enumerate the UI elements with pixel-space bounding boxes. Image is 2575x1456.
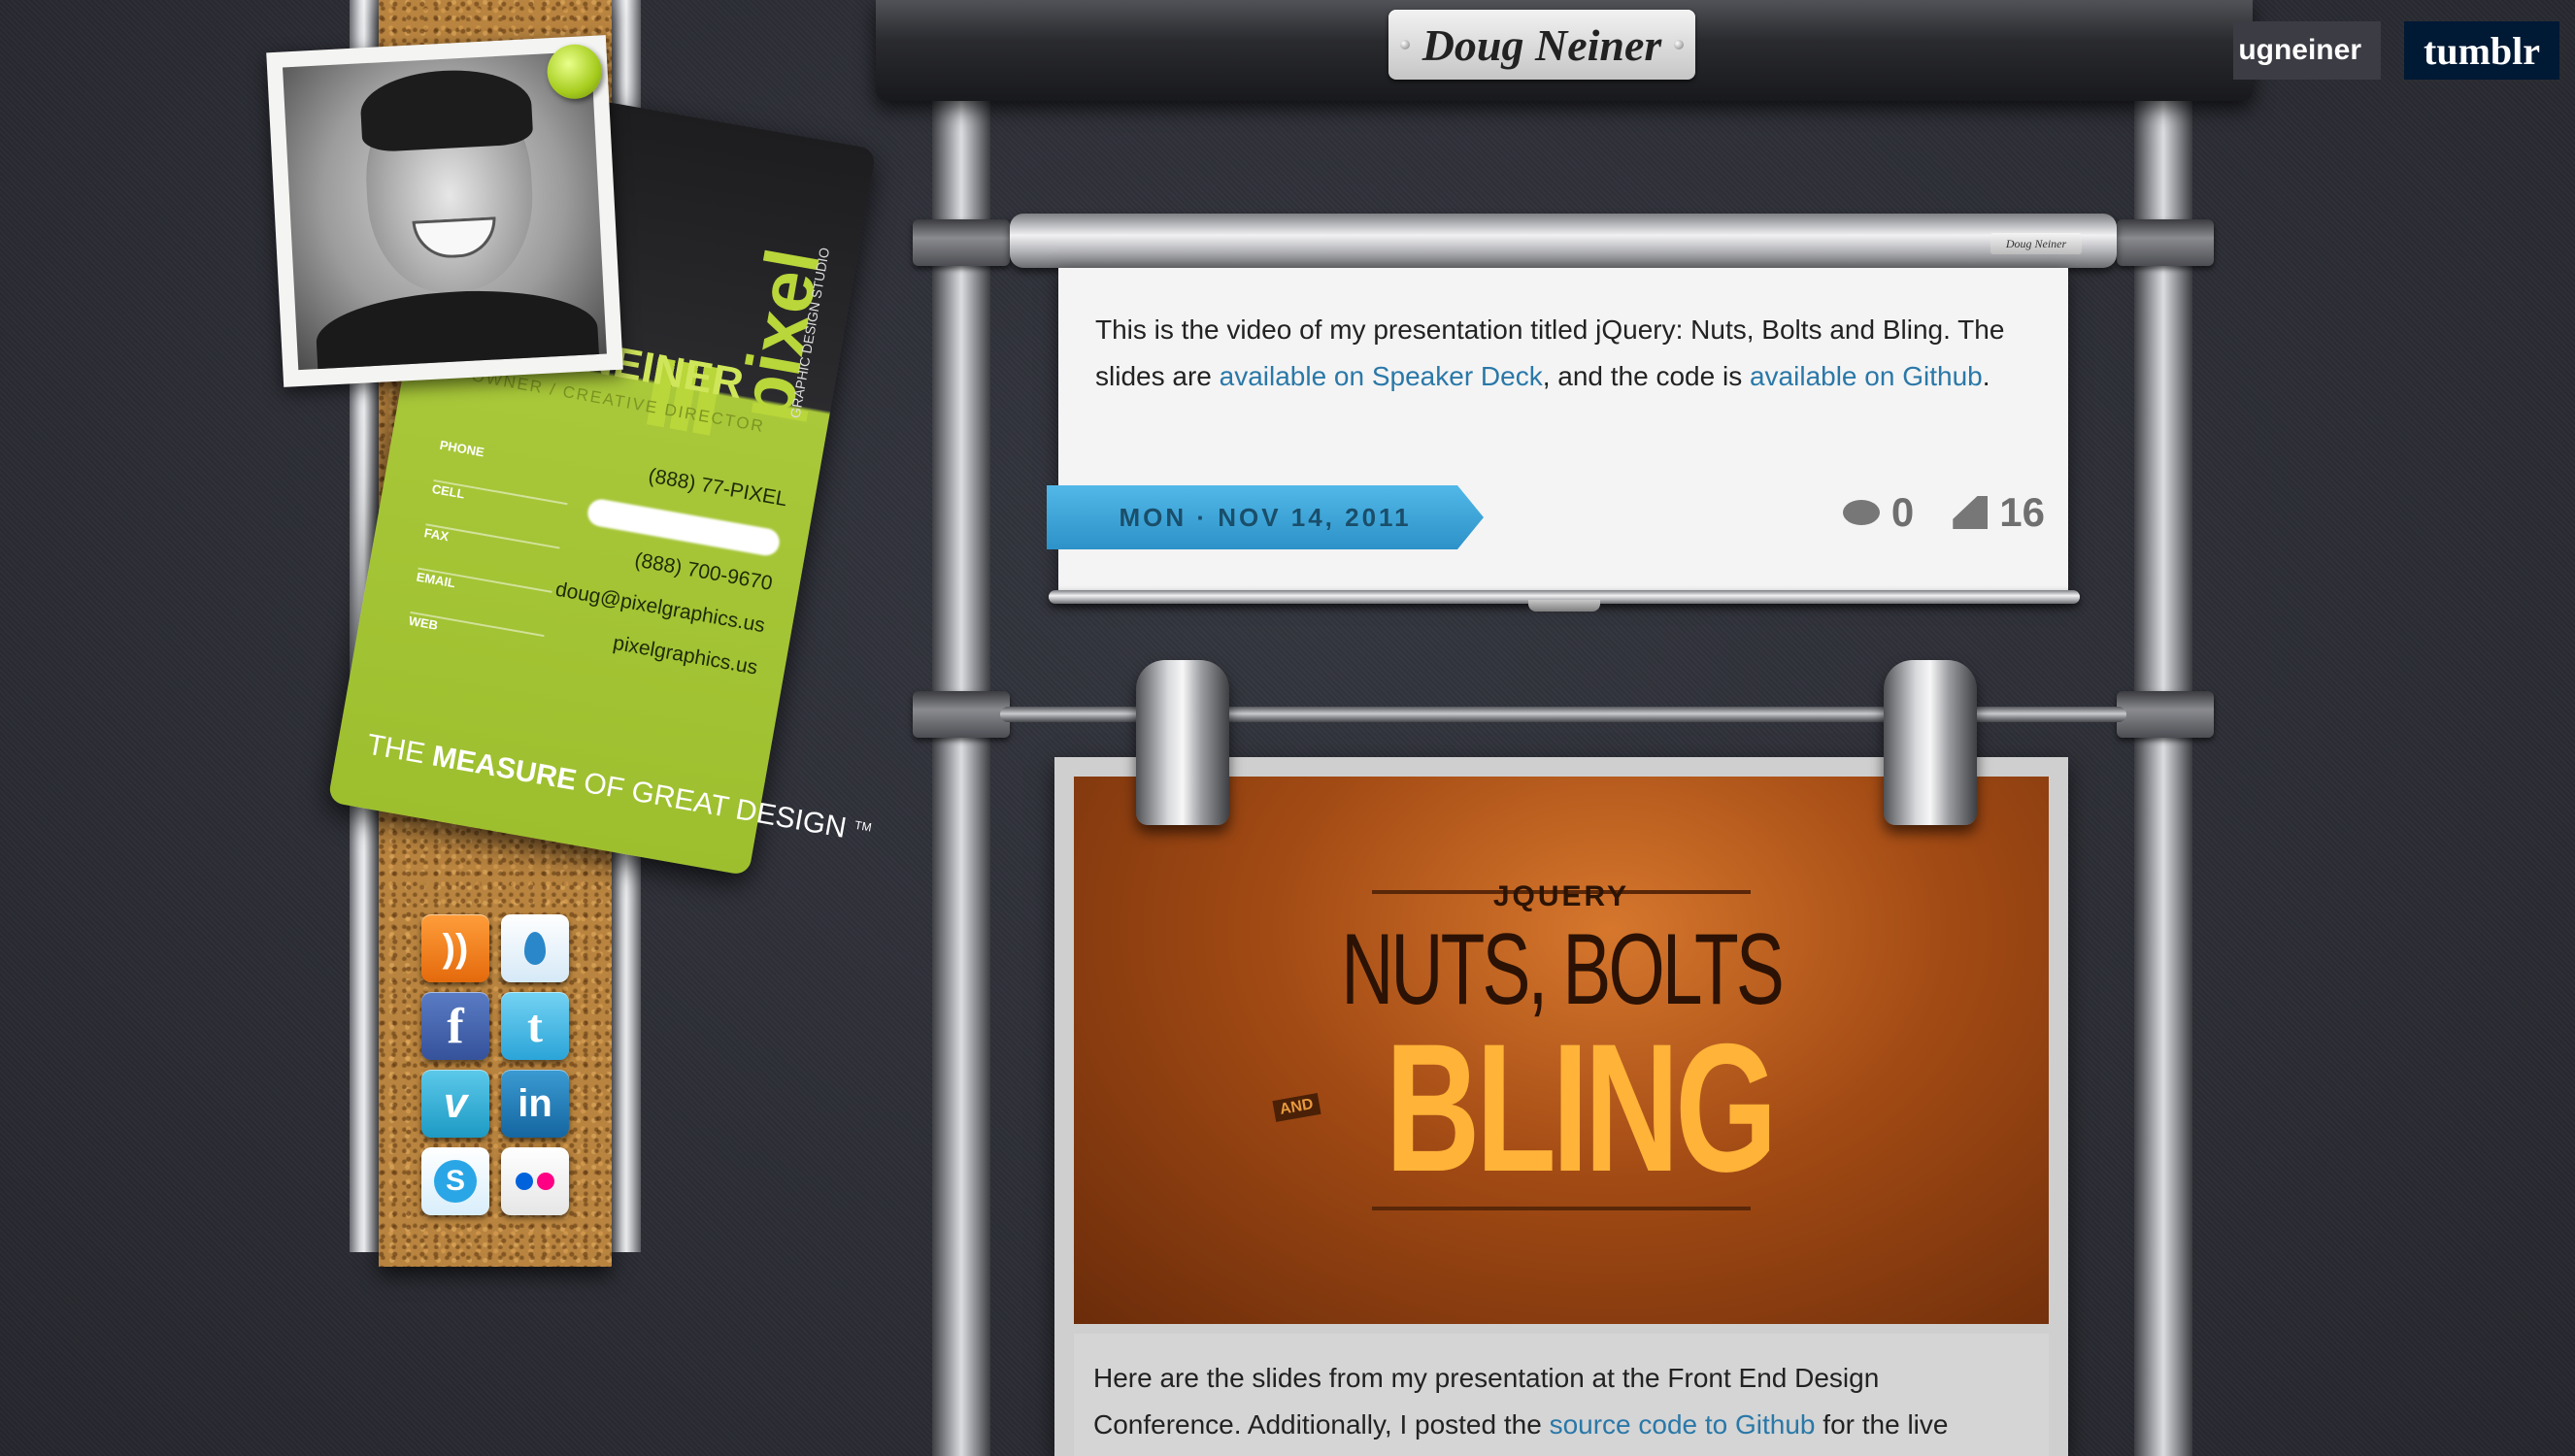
screw-icon (1400, 40, 1410, 50)
vimeo-icon[interactable]: v (421, 1070, 489, 1138)
profile-polaroid (266, 35, 623, 387)
site-name: Doug Neiner (1421, 19, 1662, 70)
github-link[interactable]: available on Github (1750, 361, 1983, 391)
post1-text-c: . (1982, 361, 1990, 391)
roller-clamp-right (2117, 219, 2214, 266)
follow-user-button[interactable]: ugneiner (2233, 21, 2381, 80)
notes-count-value: 16 (1999, 489, 2045, 535)
rss-icon[interactable]: )) (421, 914, 489, 982)
slide-line2: BLING (1385, 1006, 1778, 1209)
note-pencil-icon (1953, 496, 1989, 529)
post2-caption: Here are the slides from my presentation… (1093, 1355, 2025, 1448)
binder-clip-left-icon (1136, 660, 1229, 825)
facebook-icon[interactable]: f (421, 992, 489, 1060)
roller-clamp-left (913, 219, 1010, 266)
post1-roller-tag-text: Doug Neiner (2005, 236, 2067, 250)
post1-date: MON · NOV 14, 2011 (1119, 502, 1412, 532)
card-tagline-tm: TM (853, 817, 873, 835)
screw-icon (1674, 40, 1684, 50)
post1-pull-tab[interactable] (1528, 600, 1600, 612)
comments-count-value: 0 (1890, 489, 1915, 535)
post1-meta: 0 16 (1842, 489, 2045, 536)
card-tagline-strong: MEASURE (429, 740, 580, 797)
photo-shirt (314, 283, 600, 371)
post1-roller-tag: Doug Neiner (1990, 233, 2082, 254)
tumblr-label: tumblr (2424, 28, 2540, 73)
drop-icon[interactable] (501, 914, 569, 982)
post1-date-ribbon[interactable]: MON · NOV 14, 2011 (1047, 485, 1484, 549)
clipbar-clamp-right (2117, 691, 2214, 738)
slide-kicker: JQUERY (1492, 880, 1630, 912)
post2-slide-image[interactable]: JQUERY NUTS, BOLTS AND BLING (1074, 777, 2049, 1324)
speaker-deck-link[interactable]: available on Speaker Deck (1220, 361, 1543, 391)
center-pole-right (2134, 58, 2192, 1456)
twitter-icon[interactable]: t (501, 992, 569, 1060)
profile-photo (283, 50, 607, 371)
follow-username: ugneiner (2238, 34, 2361, 66)
linkedin-icon[interactable]: in (501, 1070, 569, 1138)
post1-body: This is the video of my presentation tit… (1095, 307, 2027, 400)
source-code-link[interactable]: source code to Github (1550, 1409, 1816, 1439)
clipbar-clamp-left (913, 691, 1010, 738)
photo-hair (358, 66, 534, 153)
post1-text-b: , and the code is (1542, 361, 1750, 391)
post2-caption-b: for the live (1815, 1409, 1949, 1439)
skype-icon[interactable]: S (421, 1147, 489, 1215)
card-tagline-suffix: OF GREAT DESIGN (573, 765, 850, 844)
card-field-values: (888) 77-PIXEL (888) 700-9670 doug@pixel… (542, 451, 788, 699)
tumblr-logo-button[interactable]: tumblr (2404, 21, 2559, 80)
center-pole-left (932, 58, 990, 1456)
comment-bubble-icon (1842, 500, 1880, 525)
comments-count[interactable]: 0 (1842, 489, 1915, 536)
notes-count[interactable]: 16 (1953, 489, 2045, 536)
slide-and: AND (1272, 1093, 1321, 1122)
flickr-icon[interactable] (501, 1147, 569, 1215)
binder-clip-right-icon (1884, 660, 1977, 825)
site-name-plate[interactable]: Doug Neiner (1388, 10, 1695, 80)
post1-roller: Doug Neiner (1010, 214, 2117, 268)
slide-bling-row: AND BLING (1272, 1006, 1849, 1209)
card-tagline-prefix: THE (364, 728, 436, 772)
